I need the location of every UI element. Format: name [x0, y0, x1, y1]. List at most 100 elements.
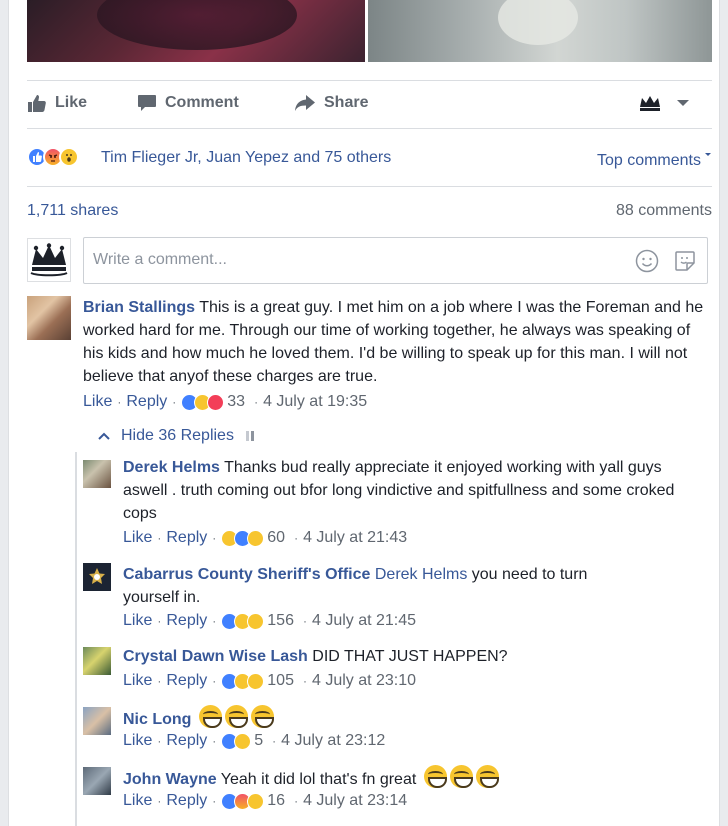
- comment-sort-dropdown[interactable]: Top comments: [597, 151, 712, 170]
- page-selector-button[interactable]: [638, 94, 698, 112]
- reply-author-link[interactable]: Nic Long: [123, 711, 191, 728]
- share-button-label: Share: [324, 94, 369, 111]
- reply-reaction-count: 60: [267, 529, 286, 546]
- comment-composer[interactable]: Write a comment...: [83, 237, 708, 284]
- reply-author-link[interactable]: Cabarrus County Sheriff's Office: [123, 566, 370, 583]
- reply-reply-link[interactable]: Reply: [166, 529, 207, 547]
- reply-reactions[interactable]: 16: [221, 792, 285, 810]
- comment-icon: [138, 95, 156, 111]
- comment-button[interactable]: Comment: [137, 94, 239, 112]
- caret-down-icon: [705, 153, 711, 156]
- reply-body: Derek Helms Thanks bud really appreciate…: [123, 456, 683, 525]
- reply-meta: Like · Reply · 105 · 4 July at 23:10: [123, 672, 417, 690]
- like-button-label: Like: [55, 94, 88, 111]
- wow-reaction-icon: [247, 529, 265, 547]
- chevron-down-icon: [677, 100, 689, 106]
- reply-reply-link[interactable]: Reply: [166, 732, 207, 750]
- laughing-emoji-icon: [475, 765, 499, 788]
- chevron-up-icon: [98, 432, 110, 440]
- reply-reaction-count: 156: [267, 612, 294, 629]
- reply-body: Nic Long: [123, 705, 683, 731]
- reply-like-link[interactable]: Like: [123, 529, 152, 547]
- post-photos: [27, 0, 712, 62]
- comments-count-link[interactable]: 88 comments: [616, 202, 712, 220]
- wow-reaction-icon: [59, 147, 79, 167]
- thumbs-up-icon: [28, 95, 46, 112]
- reply-thread-line: [75, 452, 77, 826]
- reply-reply-link[interactable]: Reply: [166, 792, 207, 810]
- comment-author-link[interactable]: Brian Stallings: [83, 299, 195, 316]
- avatar[interactable]: [83, 460, 111, 488]
- reply-like-link[interactable]: Like: [123, 672, 152, 690]
- post-photo-left[interactable]: [27, 0, 365, 62]
- crown-logo-icon: [30, 243, 68, 277]
- reply-reaction-count: 105: [267, 672, 294, 689]
- reply-timestamp[interactable]: 4 July at 23:14: [303, 792, 407, 810]
- reply-meta: Like · Reply · 60 · 4 July at 21:43: [123, 529, 408, 547]
- emoji-picker-icon[interactable]: [635, 249, 659, 273]
- comment-input-placeholder[interactable]: Write a comment...: [93, 251, 227, 269]
- wow-reaction-icon: [247, 612, 265, 630]
- reply-meta: Like · Reply · 156 · 4 July at 21:45: [123, 612, 417, 630]
- reply-like-link[interactable]: Like: [123, 612, 152, 630]
- reply-text: Yeah it did lol that's fn great: [220, 771, 417, 788]
- avatar[interactable]: [27, 296, 71, 340]
- comment-timestamp[interactable]: 4 July at 19:35: [263, 393, 367, 411]
- like-button[interactable]: Like: [27, 94, 87, 112]
- reply-body: Crystal Dawn Wise Lash DID THAT JUST HAP…: [123, 645, 683, 668]
- post-photo-right[interactable]: [368, 0, 712, 62]
- reply-reactions[interactable]: 156: [221, 612, 294, 630]
- reply-timestamp[interactable]: 4 July at 23:10: [312, 672, 416, 690]
- reply-body: John Wayne Yeah it did lol that's fn gre…: [123, 765, 683, 791]
- avatar[interactable]: [83, 647, 111, 675]
- avatar[interactable]: [83, 707, 111, 735]
- laughing-emoji-icon: [449, 765, 473, 788]
- reply-like-link[interactable]: Like: [123, 732, 152, 750]
- reaction-icons[interactable]: [27, 147, 79, 167]
- comment-reaction-count: 33: [227, 393, 246, 410]
- reply-reactions[interactable]: 5: [221, 732, 263, 750]
- avatar[interactable]: [83, 767, 111, 795]
- avatar[interactable]: [83, 563, 111, 591]
- reply-author-link[interactable]: Crystal Dawn Wise Lash: [123, 648, 308, 665]
- reply-author-link[interactable]: John Wayne: [123, 771, 217, 788]
- laughing-emoji-icon: [198, 705, 222, 728]
- crown-page-icon: [640, 96, 660, 111]
- reply-body: Cabarrus County Sheriff's Office Derek H…: [123, 563, 643, 609]
- comment-like-link[interactable]: Like: [83, 393, 112, 411]
- comment-body: Brian Stallings This is a great guy. I m…: [83, 296, 705, 388]
- reply-reaction-count: 5: [254, 732, 264, 749]
- reactions-summary: Tim Flieger Jr, Juan Yepez and 75 others…: [27, 146, 712, 170]
- reply-timestamp[interactable]: 4 July at 21:43: [303, 529, 407, 547]
- reply-reactions[interactable]: 105: [221, 672, 294, 690]
- share-button[interactable]: Share: [294, 94, 368, 112]
- reply-reply-link[interactable]: Reply: [166, 672, 207, 690]
- commenter-page-avatar: [27, 238, 71, 282]
- comment-reply-link[interactable]: Reply: [126, 393, 167, 411]
- reply-text: DID THAT JUST HAPPEN?: [312, 648, 508, 665]
- divider: [27, 128, 712, 129]
- sad-reaction-icon: [234, 732, 252, 750]
- comment-reactions[interactable]: 33: [181, 393, 245, 411]
- sticker-picker-icon[interactable]: [673, 249, 697, 273]
- shares-count-link[interactable]: 1,711 shares: [27, 202, 118, 220]
- divider: [27, 186, 712, 187]
- post-card: Like Comment Share Tim Flieger Jr, Juan …: [8, 0, 720, 826]
- love-reaction-icon: [207, 393, 225, 411]
- reply-reply-link[interactable]: Reply: [166, 612, 207, 630]
- sheriff-badge-icon: [89, 568, 105, 584]
- reaction-names-link[interactable]: Tim Flieger Jr, Juan Yepez and 75 others: [101, 149, 391, 167]
- laughing-emoji-icon: [423, 765, 447, 788]
- post-actions-bar: Like Comment Share: [27, 84, 712, 124]
- reply-like-link[interactable]: Like: [123, 792, 152, 810]
- reply-author-link[interactable]: Derek Helms: [123, 459, 220, 476]
- comment-sort-label: Top comments: [596, 152, 701, 169]
- hide-replies-toggle[interactable]: Hide 36 Replies: [97, 427, 254, 445]
- reply-timestamp[interactable]: 4 July at 21:45: [312, 612, 416, 630]
- haha-reaction-icon: [247, 792, 265, 810]
- reply-reactions[interactable]: 60: [221, 529, 285, 547]
- share-arrow-icon: [295, 95, 315, 111]
- loading-spinner-icon: [245, 431, 254, 441]
- reply-mention-link[interactable]: Derek Helms: [375, 566, 467, 583]
- reply-timestamp[interactable]: 4 July at 23:12: [281, 732, 385, 750]
